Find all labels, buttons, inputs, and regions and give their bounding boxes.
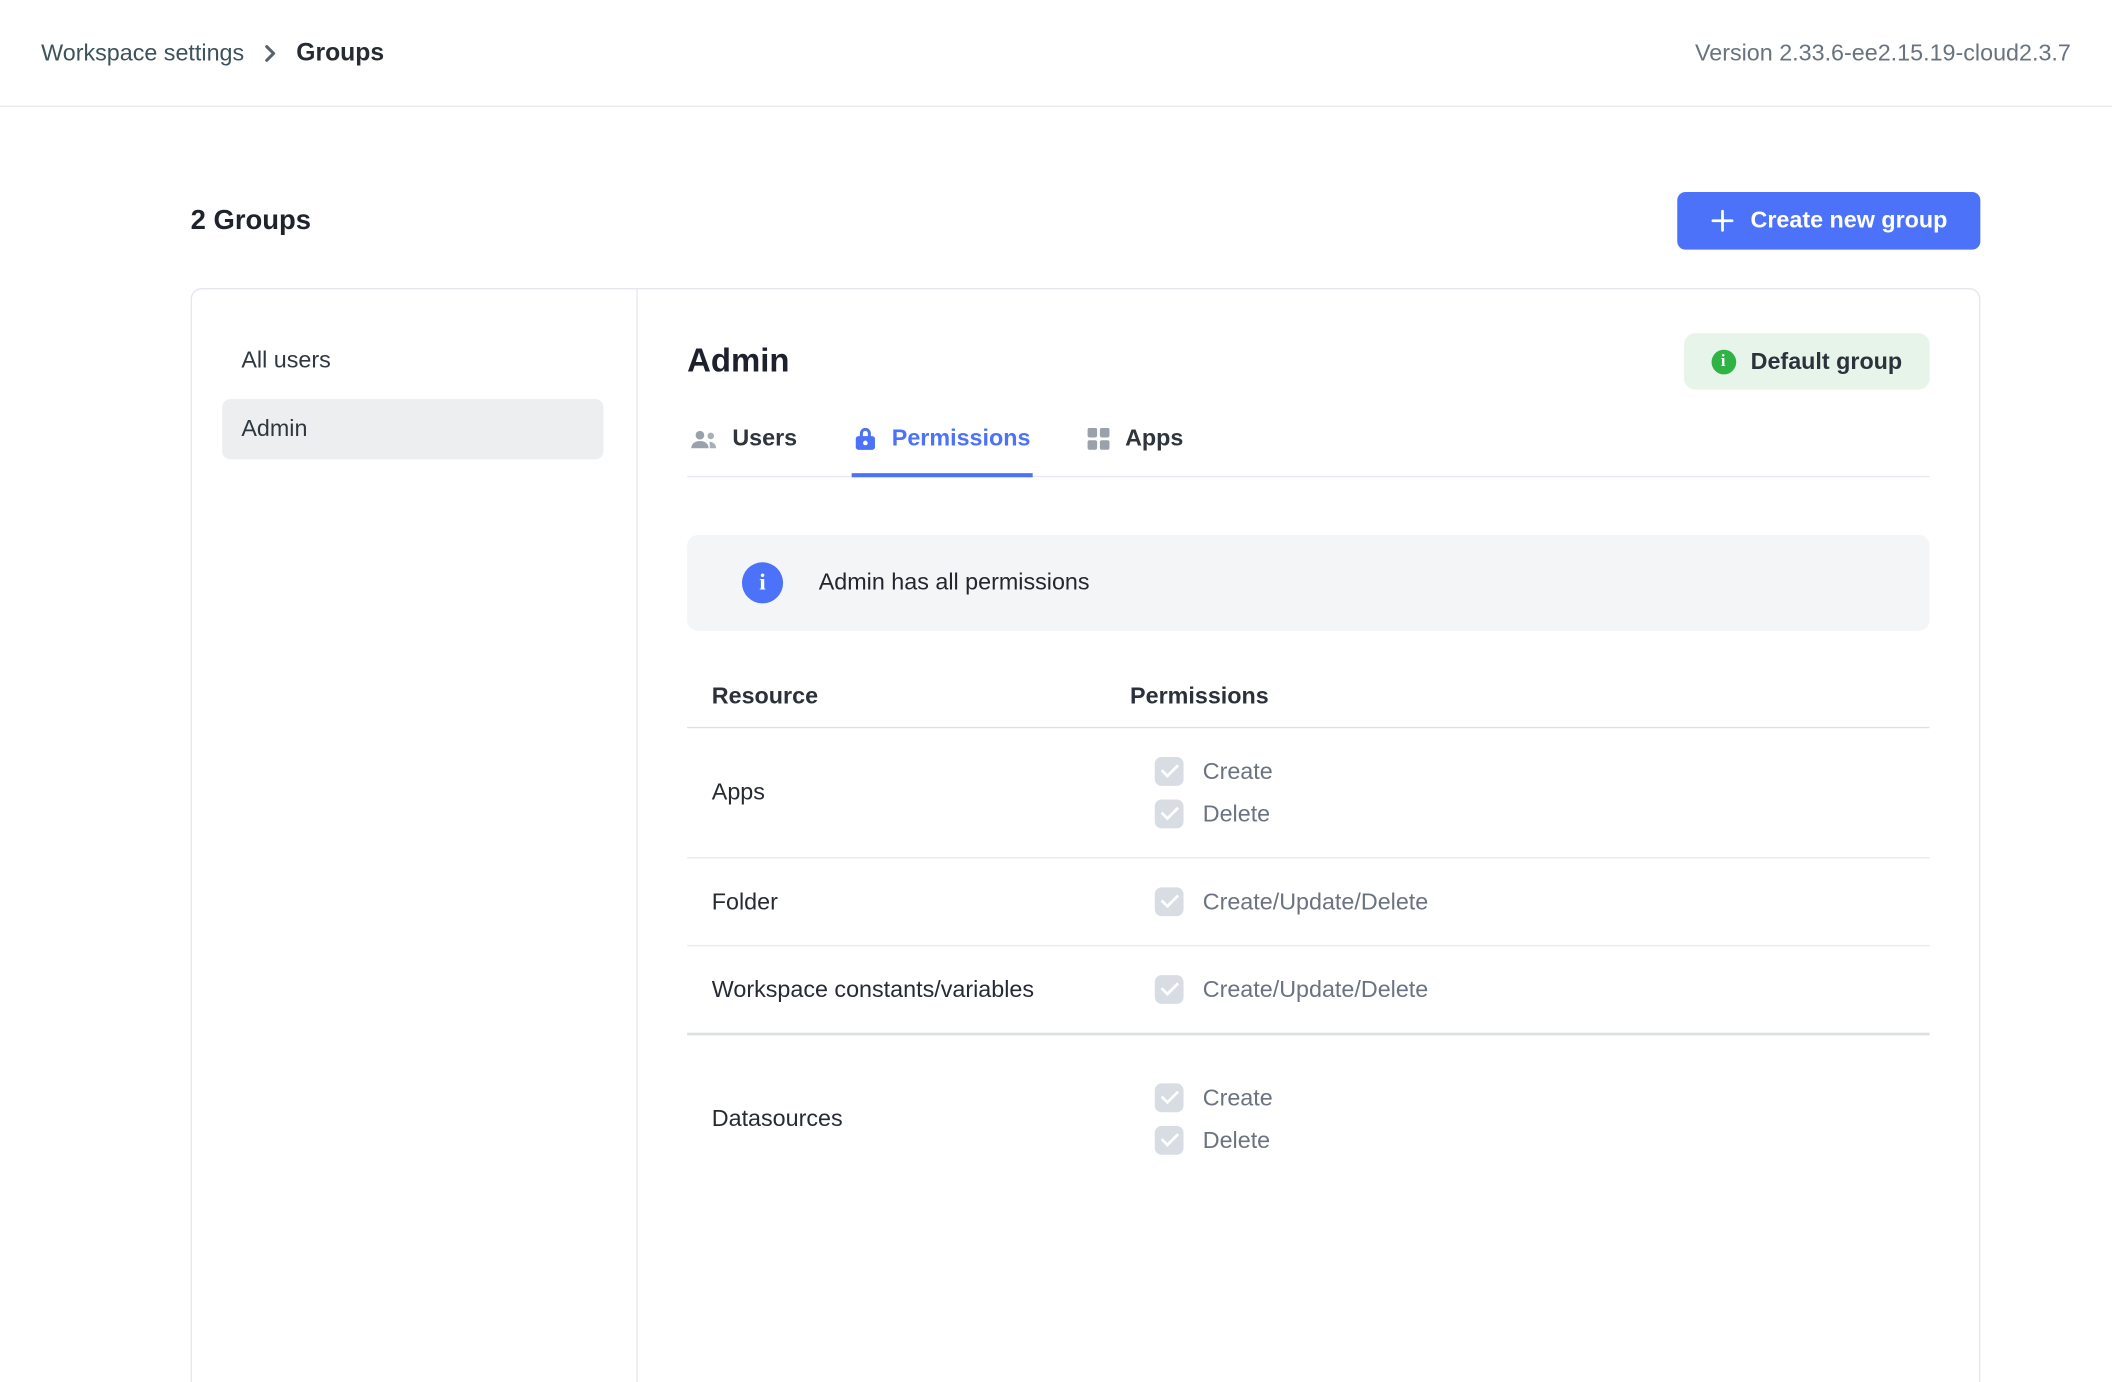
delete-checkbox[interactable] (1155, 1126, 1184, 1155)
permissions-cell: Create/Update/Delete (1130, 880, 1905, 923)
info-banner-text: Admin has all permissions (819, 569, 1090, 596)
permission-label: Create (1203, 1084, 1273, 1111)
permission-item: Create/Update/Delete (1155, 975, 1905, 1004)
version-label: Version 2.33.6-ee2.15.19-cloud2.3.7 (1695, 39, 2071, 66)
green-info-icon: i (1711, 349, 1736, 374)
permissions-cell: Create Delete (1130, 1077, 1905, 1162)
create-update-delete-checkbox[interactable] (1155, 887, 1184, 916)
sidebar-item-admin[interactable]: Admin (222, 399, 603, 459)
group-detail-panel: Admin i Default group Users (638, 289, 1979, 1382)
chevron-right-icon (262, 43, 278, 62)
groups-count: 2 Groups (191, 205, 311, 237)
content: 2 Groups Create new group All users Admi… (191, 192, 1981, 1382)
table-header: Resource Permissions (687, 667, 1930, 729)
header-resource: Resource (712, 683, 1130, 710)
permissions-info-banner: i Admin has all permissions (687, 535, 1930, 631)
permissions-table: Resource Permissions Apps Create (687, 667, 1930, 1184)
tab-apps-label: Apps (1125, 425, 1183, 452)
tab-permissions-label: Permissions (892, 425, 1031, 452)
default-group-badge-label: Default group (1751, 348, 1903, 375)
group-tabs: Users Permissions Apps (687, 414, 1930, 477)
page: Workspace settings Groups Version 2.33.6… (0, 0, 2112, 1382)
create-checkbox[interactable] (1155, 1083, 1184, 1112)
permission-label: Create/Update/Delete (1203, 888, 1429, 915)
lock-icon (855, 427, 877, 452)
permissions-cell: Create Delete (1130, 750, 1905, 835)
groups-card: All users Admin Admin i Default group (191, 288, 1981, 1382)
users-icon (690, 429, 717, 450)
tab-users[interactable]: Users (687, 414, 800, 477)
permission-item: Delete (1155, 800, 1905, 829)
table-row-folder: Folder Create/Update/Delete (687, 859, 1930, 947)
create-new-group-button[interactable]: Create new group (1678, 192, 1981, 250)
group-title: Admin (687, 342, 789, 380)
table-row-workspace-constants: Workspace constants/variables Create/Upd… (687, 946, 1930, 1035)
resource-label: Datasources (712, 1105, 1130, 1132)
breadcrumb-item-groups: Groups (296, 38, 384, 67)
info-icon: i (742, 562, 783, 603)
header-permissions: Permissions (1130, 683, 1905, 710)
groups-sidebar: All users Admin (192, 289, 638, 1382)
permission-label: Delete (1203, 800, 1270, 827)
permission-item: Create (1155, 1083, 1905, 1112)
apps-grid-icon (1088, 428, 1110, 450)
resource-label: Apps (712, 779, 1130, 806)
create-checkbox[interactable] (1155, 757, 1184, 786)
tab-apps[interactable]: Apps (1085, 414, 1186, 477)
permission-item: Create (1155, 757, 1905, 786)
permission-item: Delete (1155, 1126, 1905, 1155)
default-group-badge: i Default group (1683, 333, 1929, 389)
sidebar-item-all-users[interactable]: All users (222, 331, 603, 391)
table-row-apps: Apps Create Delete (687, 728, 1930, 858)
breadcrumb-item-workspace-settings[interactable]: Workspace settings (41, 39, 244, 66)
delete-checkbox[interactable] (1155, 800, 1184, 829)
permission-label: Create/Update/Delete (1203, 976, 1429, 1003)
create-update-delete-checkbox[interactable] (1155, 975, 1184, 1004)
tab-users-label: Users (732, 425, 797, 452)
resource-label: Folder (712, 888, 1130, 915)
plus-icon (1711, 208, 1736, 233)
top-header: Workspace settings Groups Version 2.33.6… (0, 0, 2112, 107)
toolbar: 2 Groups Create new group (191, 192, 1981, 250)
create-new-group-label: Create new group (1751, 207, 1948, 234)
tab-permissions[interactable]: Permissions (852, 414, 1033, 477)
permission-label: Create (1203, 758, 1273, 785)
permission-label: Delete (1203, 1127, 1270, 1154)
table-row-datasources: Datasources Create Delete (687, 1035, 1930, 1183)
permissions-cell: Create/Update/Delete (1130, 968, 1905, 1011)
permission-item: Create/Update/Delete (1155, 887, 1905, 916)
group-detail-header: Admin i Default group (687, 333, 1930, 389)
breadcrumb: Workspace settings Groups (41, 38, 384, 67)
resource-label: Workspace constants/variables (712, 976, 1130, 1003)
